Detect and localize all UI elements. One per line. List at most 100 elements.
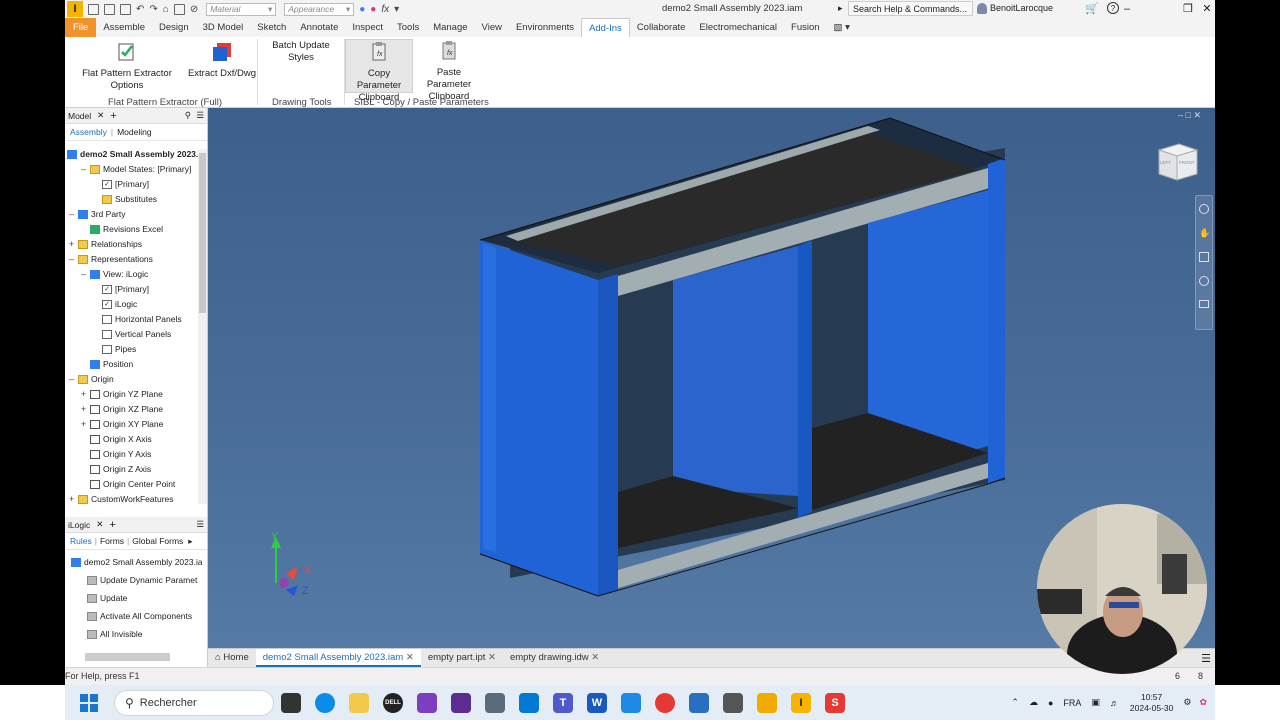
ilogic-root[interactable]: demo2 Small Assembly 2023.ia xyxy=(71,555,203,570)
properties-icon[interactable] xyxy=(173,3,185,15)
new-file-icon[interactable] xyxy=(88,3,99,15)
rule-item[interactable]: Update Dynamic Paramet xyxy=(87,573,197,588)
expander-icon[interactable]: + xyxy=(67,492,76,507)
color-icon[interactable]: ● xyxy=(359,4,365,15)
tree-root[interactable]: demo2 Small Assembly 2023.ia xyxy=(67,147,205,162)
search-input[interactable]: Search Help & Commands... xyxy=(848,1,973,16)
tab-forms[interactable]: Forms xyxy=(100,536,124,546)
material-combo[interactable]: Material ▾ xyxy=(206,2,277,16)
task-view-icon[interactable] xyxy=(281,692,301,713)
rule-item[interactable]: Update xyxy=(87,591,127,606)
display-icon[interactable]: ▣ xyxy=(1091,697,1100,708)
expander-icon[interactable]: + xyxy=(67,237,76,252)
steering-wheel-icon[interactable] xyxy=(1199,204,1209,214)
chevron-up-icon[interactable]: ⌃ xyxy=(1011,697,1019,708)
outlook-icon[interactable] xyxy=(519,692,539,713)
more-tools-icon[interactable]: ▾ xyxy=(394,4,399,15)
copy-parameter-button[interactable]: fx Copy Parameter Clipboard xyxy=(345,39,413,103)
menu-icon[interactable]: ☰ xyxy=(196,110,204,121)
expander-icon[interactable]: – xyxy=(79,162,88,177)
doc-tab-part[interactable]: empty part.ipt ✕ xyxy=(421,649,503,667)
cloud-icon[interactable]: ☁ xyxy=(1029,697,1038,708)
visual-studio-alt-icon[interactable] xyxy=(451,692,471,713)
undo-icon[interactable]: ↶ xyxy=(136,4,144,15)
inventor-logo-icon[interactable]: I xyxy=(67,1,83,17)
tab-home[interactable]: ⌂ Home xyxy=(208,649,256,667)
user-name[interactable]: BenoitLarocque xyxy=(990,3,1053,13)
expander-icon[interactable]: – xyxy=(67,372,76,387)
tab-annotate[interactable]: Annotate xyxy=(293,18,345,37)
teams-icon[interactable]: T xyxy=(553,692,573,713)
rule-item[interactable]: Activate All Components xyxy=(87,609,192,624)
tools-app-icon[interactable] xyxy=(757,692,777,713)
appearance-combo[interactable]: Appearance ▾ xyxy=(284,2,355,16)
close-icon[interactable]: ✕ xyxy=(488,652,496,663)
redo-icon[interactable]: ↷ xyxy=(149,4,157,15)
calendar-icon[interactable] xyxy=(621,692,641,713)
expander-icon[interactable]: – xyxy=(67,207,76,222)
expander-icon[interactable]: – xyxy=(67,252,76,267)
tab-rules[interactable]: Rules xyxy=(70,536,92,546)
tab-manage[interactable]: Manage xyxy=(426,18,474,37)
minimize-button[interactable]: – xyxy=(1116,0,1138,18)
extract-dxf-button[interactable]: Extract Dxf/Dwg xyxy=(187,42,257,80)
flat-pattern-options-button[interactable]: Flat Pattern Extractor Options xyxy=(67,42,187,92)
tab-3d-model[interactable]: 3D Model xyxy=(196,18,251,37)
expander-icon[interactable]: – xyxy=(79,267,88,282)
tree-item[interactable]: Origin Center Point xyxy=(79,477,175,492)
tab-file[interactable]: File xyxy=(65,18,97,37)
tree-item[interactable]: – Origin xyxy=(67,372,114,387)
expander-icon[interactable]: + xyxy=(79,387,88,402)
viewcube[interactable]: LEFT FRONT xyxy=(1155,140,1201,186)
tree-item[interactable]: Horizontal Panels xyxy=(91,312,182,327)
chevron-right-icon[interactable]: ▸ xyxy=(188,536,192,547)
tab-environments[interactable]: Environments xyxy=(509,18,581,37)
clear-appearance-icon[interactable]: ● xyxy=(370,4,376,15)
tab-fusion[interactable]: Fusion xyxy=(784,18,827,37)
tree-item[interactable]: Origin Z Axis xyxy=(79,462,151,477)
pan-icon[interactable]: ✋ xyxy=(1199,228,1210,238)
chrome-icon[interactable] xyxy=(655,692,675,713)
ribbon-options-icon[interactable]: ▧ ▾ xyxy=(827,18,857,37)
fx-parameters-icon[interactable]: fx xyxy=(381,4,389,15)
tree-item[interactable]: + Origin XZ Plane xyxy=(79,402,163,417)
close-pane-icon[interactable]: ✕ xyxy=(96,519,103,530)
notes-icon[interactable] xyxy=(689,692,709,713)
tab-view[interactable]: View xyxy=(475,18,509,37)
batch-update-styles-button[interactable]: Batch Update Styles xyxy=(260,40,342,64)
microphone-icon[interactable]: ● xyxy=(1048,698,1053,708)
tab-collaborate[interactable]: Collaborate xyxy=(630,18,693,37)
tab-inspect[interactable]: Inspect xyxy=(345,18,390,37)
open-file-icon[interactable] xyxy=(104,3,115,15)
copilot-icon[interactable]: ✿ xyxy=(1199,697,1207,708)
tree-item[interactable]: – Model States: [Primary] xyxy=(79,162,191,177)
cancel-icon[interactable]: ⊘ xyxy=(190,4,198,15)
look-at-icon[interactable] xyxy=(1199,300,1209,308)
doc-tab-assembly[interactable]: demo2 Small Assembly 2023.iam ✕ xyxy=(255,649,421,667)
tree-item[interactable]: Position xyxy=(79,357,133,372)
tab-design[interactable]: Design xyxy=(152,18,196,37)
add-pane-icon[interactable]: + xyxy=(109,519,115,531)
tab-add-ins[interactable]: Add-Ins xyxy=(581,18,630,37)
orbit-icon[interactable] xyxy=(1199,276,1209,286)
viewport-window-controls[interactable]: – □ ✕ xyxy=(1178,110,1201,121)
tree-item[interactable]: Origin X Axis xyxy=(79,432,152,447)
tab-modeling[interactable]: Modeling xyxy=(117,127,152,137)
search-icon[interactable]: ⚲ xyxy=(185,110,191,121)
desktop-app-icon[interactable] xyxy=(485,692,505,713)
snagit-icon[interactable]: S xyxy=(825,692,845,713)
tree-item[interactable]: ✓ [Primary] xyxy=(91,282,149,297)
tree-item[interactable]: – Representations xyxy=(67,252,153,267)
tree-item[interactable]: – 3rd Party xyxy=(67,207,126,222)
tab-sketch[interactable]: Sketch xyxy=(250,18,293,37)
tab-global-forms[interactable]: Global Forms xyxy=(132,536,183,546)
close-button[interactable]: ✕ xyxy=(1196,0,1218,18)
tree-item[interactable]: Origin Y Axis xyxy=(79,447,151,462)
tree-item[interactable]: + CustomWorkFeatures xyxy=(67,492,174,507)
file-explorer-icon[interactable] xyxy=(349,692,369,713)
browser-scroll-thumb[interactable] xyxy=(199,153,206,313)
expander-icon[interactable]: + xyxy=(79,417,88,432)
tabs-menu-icon[interactable]: ☰ xyxy=(1201,652,1211,665)
tab-assembly[interactable]: Assembly xyxy=(70,127,107,137)
edge-browser-icon[interactable] xyxy=(315,692,335,713)
